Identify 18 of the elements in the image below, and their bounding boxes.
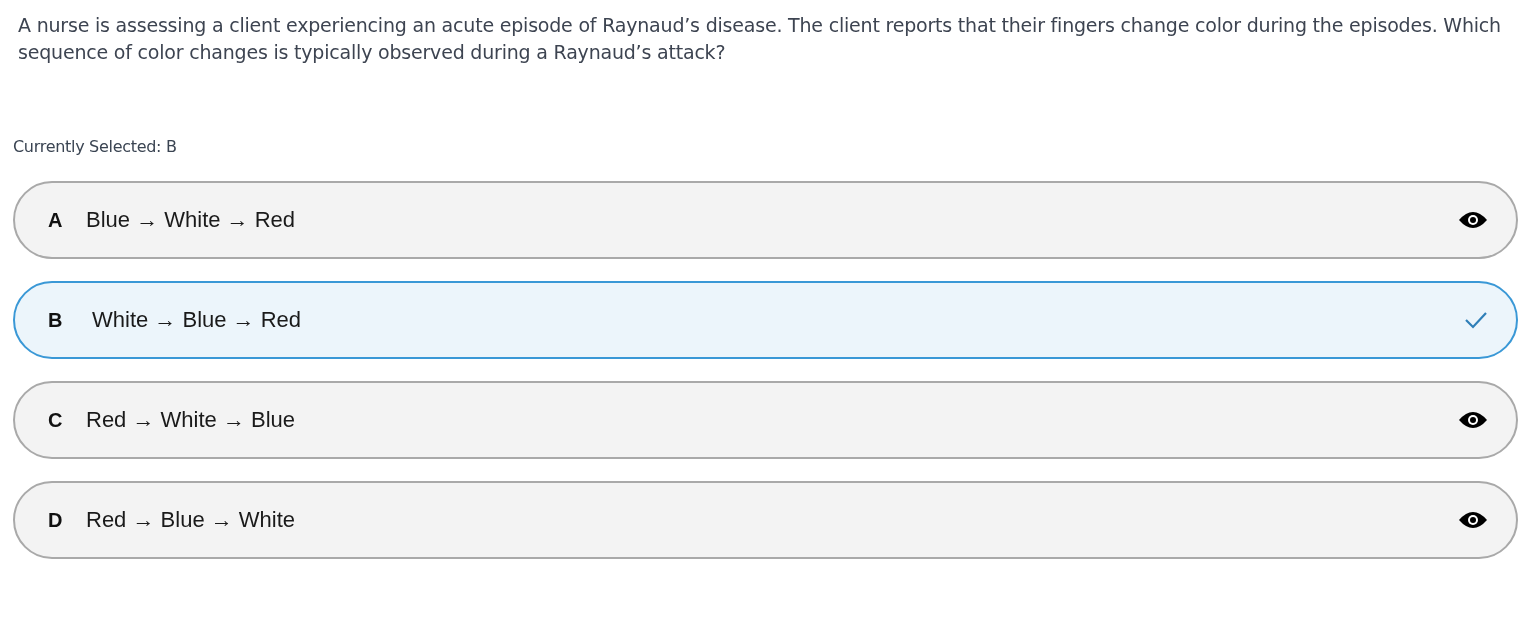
eye-icon[interactable] (1458, 210, 1488, 230)
option-text: Blue → White → Red (86, 207, 297, 233)
option-text: White → Blue → Red (92, 307, 303, 333)
selection-status: Currently Selected: B (13, 137, 178, 156)
option-letter: D (48, 508, 64, 532)
option-text: Red → White → Blue (86, 407, 297, 433)
answer-option[interactable]: C Red → White → Blue (13, 381, 1518, 459)
answer-option[interactable]: A Blue → White → Red (13, 181, 1518, 259)
eye-icon[interactable] (1458, 510, 1488, 530)
question-text: A nurse is assessing a client experiencing an acute episode of Raynaud’s disease. The client reports that their fingers change color during the episodes. Which sequence of color changes is typically observed during a Raynaud’s attack? (18, 13, 1502, 65)
check-icon (1464, 310, 1488, 330)
option-letter: B (48, 308, 64, 332)
option-text: Red → Blue → White (86, 507, 297, 533)
option-letter: C (48, 408, 64, 432)
option-letter: A (48, 208, 64, 232)
answer-option[interactable]: D Red → Blue → White (13, 481, 1518, 559)
answer-option[interactable]: B White → Blue → Red (13, 281, 1518, 359)
eye-icon[interactable] (1458, 410, 1488, 430)
